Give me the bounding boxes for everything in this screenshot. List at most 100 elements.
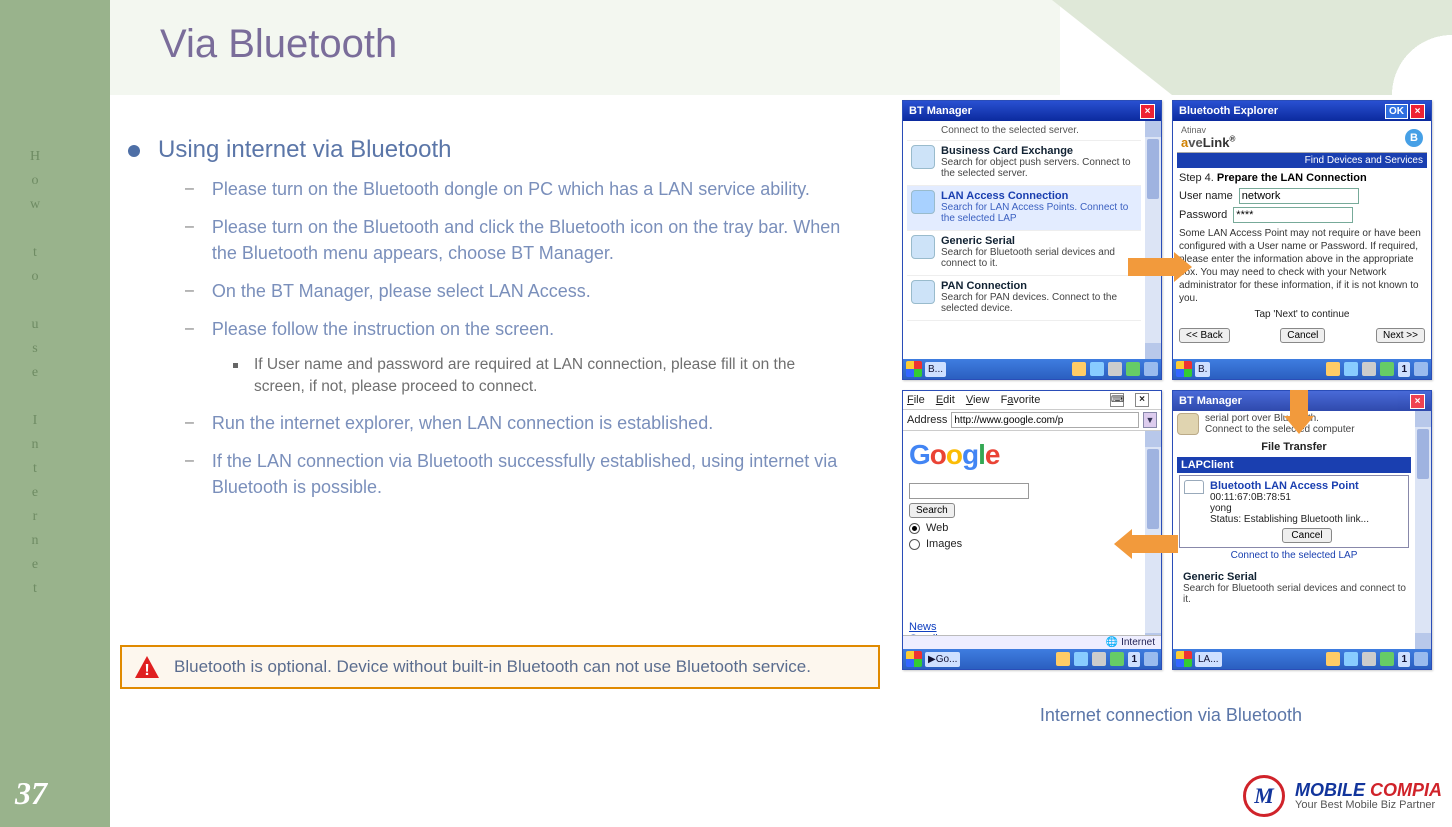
taskbar: B... — [903, 359, 1161, 379]
tray-icon[interactable] — [1144, 362, 1158, 376]
sub-bar: Find Devices and Services — [1177, 153, 1427, 168]
taskbar: LA... 1 — [1173, 649, 1431, 669]
subsub-bullet: If User name and password are required a… — [254, 354, 844, 398]
tray-keyboard-icon[interactable] — [1362, 652, 1376, 666]
address-input[interactable] — [951, 412, 1139, 428]
password-field[interactable] — [1233, 207, 1353, 223]
username-field[interactable] — [1239, 188, 1359, 204]
menu-edit[interactable]: Edit — [936, 394, 955, 406]
dash-icon: – — [185, 214, 194, 240]
password-label: Password — [1179, 209, 1227, 221]
tray-sip-icon[interactable]: 1 — [1398, 362, 1410, 377]
start-icon[interactable] — [1176, 651, 1192, 667]
task-button[interactable]: B... — [925, 362, 946, 377]
tray-icon[interactable] — [1110, 652, 1124, 666]
sip-icon[interactable]: ⌨ — [1110, 393, 1124, 407]
scrollbar[interactable] — [1415, 411, 1431, 649]
scrollbar[interactable] — [1145, 121, 1161, 359]
tray-icon[interactable] — [1326, 362, 1340, 376]
tray-icon[interactable] — [1344, 652, 1358, 666]
radio-web[interactable] — [909, 523, 920, 534]
task-button[interactable]: LA... — [1195, 652, 1222, 667]
tray-icon[interactable] — [1380, 362, 1394, 376]
dash-icon: – — [185, 448, 194, 474]
bluetooth-icon: B — [1405, 129, 1423, 147]
close-icon[interactable]: × — [1410, 394, 1425, 409]
tray-icon[interactable] — [1144, 652, 1158, 666]
arrow-down-icon — [1290, 390, 1308, 420]
warning-icon: ! — [134, 655, 160, 679]
cancel-button[interactable]: Cancel — [1280, 328, 1325, 343]
brand-prefix: Atinav — [1181, 125, 1235, 135]
tray-icon[interactable] — [1380, 652, 1394, 666]
brand-logo: M MOBILE COMPIA Your Best Mobile Biz Par… — [1243, 775, 1442, 817]
left-green-column — [0, 0, 110, 827]
search-button[interactable]: Search — [909, 503, 955, 518]
tray-icon[interactable] — [1414, 362, 1428, 376]
tray-keyboard-icon[interactable] — [1092, 652, 1106, 666]
ok-button[interactable]: OK — [1385, 104, 1408, 119]
list-item-selected[interactable]: LAN Access Connection Search for LAN Acc… — [907, 186, 1141, 231]
access-point-icon — [1184, 480, 1204, 494]
screenshot-bluetooth-explorer: Bluetooth Explorer OK × Atinav aveLink® … — [1172, 100, 1432, 380]
lapclient-bar[interactable]: LAPClient — [1177, 457, 1411, 473]
next-button[interactable]: Next >> — [1376, 328, 1425, 343]
taskbar: B. 1 — [1173, 359, 1431, 379]
link-news[interactable]: News — [909, 621, 938, 633]
page-number: 37 — [15, 775, 47, 812]
arrow-left-icon — [1128, 535, 1178, 553]
tray-icon[interactable] — [1056, 652, 1070, 666]
figure-caption: Internet connection via Bluetooth — [1040, 705, 1302, 726]
dash-icon: – — [185, 278, 194, 304]
sidebar-vertical-label: How to use Internet — [25, 145, 45, 601]
tray-icon[interactable] — [1074, 652, 1088, 666]
tray-icon[interactable] — [1344, 362, 1358, 376]
back-button[interactable]: << Back — [1179, 328, 1230, 343]
close-icon[interactable]: × — [1410, 104, 1425, 119]
tray-sip-icon[interactable]: 1 — [1128, 652, 1140, 667]
status-bar: 🌐 Internet — [903, 635, 1161, 649]
tray-keyboard-icon[interactable] — [1362, 362, 1376, 376]
page-title: Via Bluetooth — [160, 22, 397, 67]
lan-access-icon — [911, 190, 935, 214]
address-dropdown-icon[interactable]: ▼ — [1143, 412, 1157, 428]
brand-mark-icon: M — [1243, 775, 1285, 817]
cancel-button[interactable]: Cancel — [1282, 528, 1332, 543]
sub-bullet: Please turn on the Bluetooth dongle on P… — [212, 176, 810, 202]
menu-view[interactable]: View — [966, 394, 990, 406]
list-item[interactable]: Business Card Exchange Search for object… — [907, 141, 1141, 186]
tap-next-text: Tap 'Next' to continue — [1177, 309, 1427, 320]
list-item[interactable]: Generic Serial Search for Bluetooth seri… — [1177, 567, 1411, 611]
tray-icon[interactable] — [1414, 652, 1428, 666]
radio-images[interactable] — [909, 539, 920, 550]
tray-icon[interactable] — [1072, 362, 1086, 376]
window-title: Bluetooth Explorer — [1179, 105, 1278, 117]
task-button[interactable]: ▶ Go... — [925, 652, 960, 667]
warning-box: ! Bluetooth is optional. Device without … — [120, 645, 880, 689]
square-icon — [233, 363, 238, 368]
svg-text:!: ! — [144, 662, 149, 679]
start-icon[interactable] — [1176, 361, 1192, 377]
tray-icon[interactable] — [1326, 652, 1340, 666]
tray-keyboard-icon[interactable] — [1108, 362, 1122, 376]
start-icon[interactable] — [906, 361, 922, 377]
close-icon[interactable]: × — [1135, 393, 1149, 407]
menu-favorite[interactable]: Favorite — [1001, 394, 1041, 406]
menu-file[interactable]: File — [907, 394, 925, 406]
list-item[interactable]: PAN Connection Search for PAN devices. C… — [907, 276, 1141, 321]
task-button[interactable]: B. — [1195, 362, 1210, 377]
close-icon[interactable]: × — [1140, 104, 1155, 119]
screenshots-grid: BT Manager × Connect to the selected ser… — [902, 100, 1432, 670]
pan-icon — [911, 280, 935, 304]
warning-text: Bluetooth is optional. Device without bu… — [174, 655, 811, 679]
taskbar: ▶ Go... 1 — [903, 649, 1161, 669]
access-point-box: Bluetooth LAN Access Point 00:11:67:0B:7… — [1179, 475, 1409, 548]
search-input[interactable] — [909, 483, 1029, 499]
sub-bullet: On the BT Manager, please select LAN Acc… — [212, 278, 591, 304]
tray-icon[interactable] — [1090, 362, 1104, 376]
start-icon[interactable] — [906, 651, 922, 667]
tray-sip-icon[interactable]: 1 — [1398, 652, 1410, 667]
connect-line: Connect to the selected LAP — [1177, 550, 1411, 561]
list-item[interactable]: Generic Serial Search for Bluetooth seri… — [907, 231, 1141, 276]
tray-icon[interactable] — [1126, 362, 1140, 376]
